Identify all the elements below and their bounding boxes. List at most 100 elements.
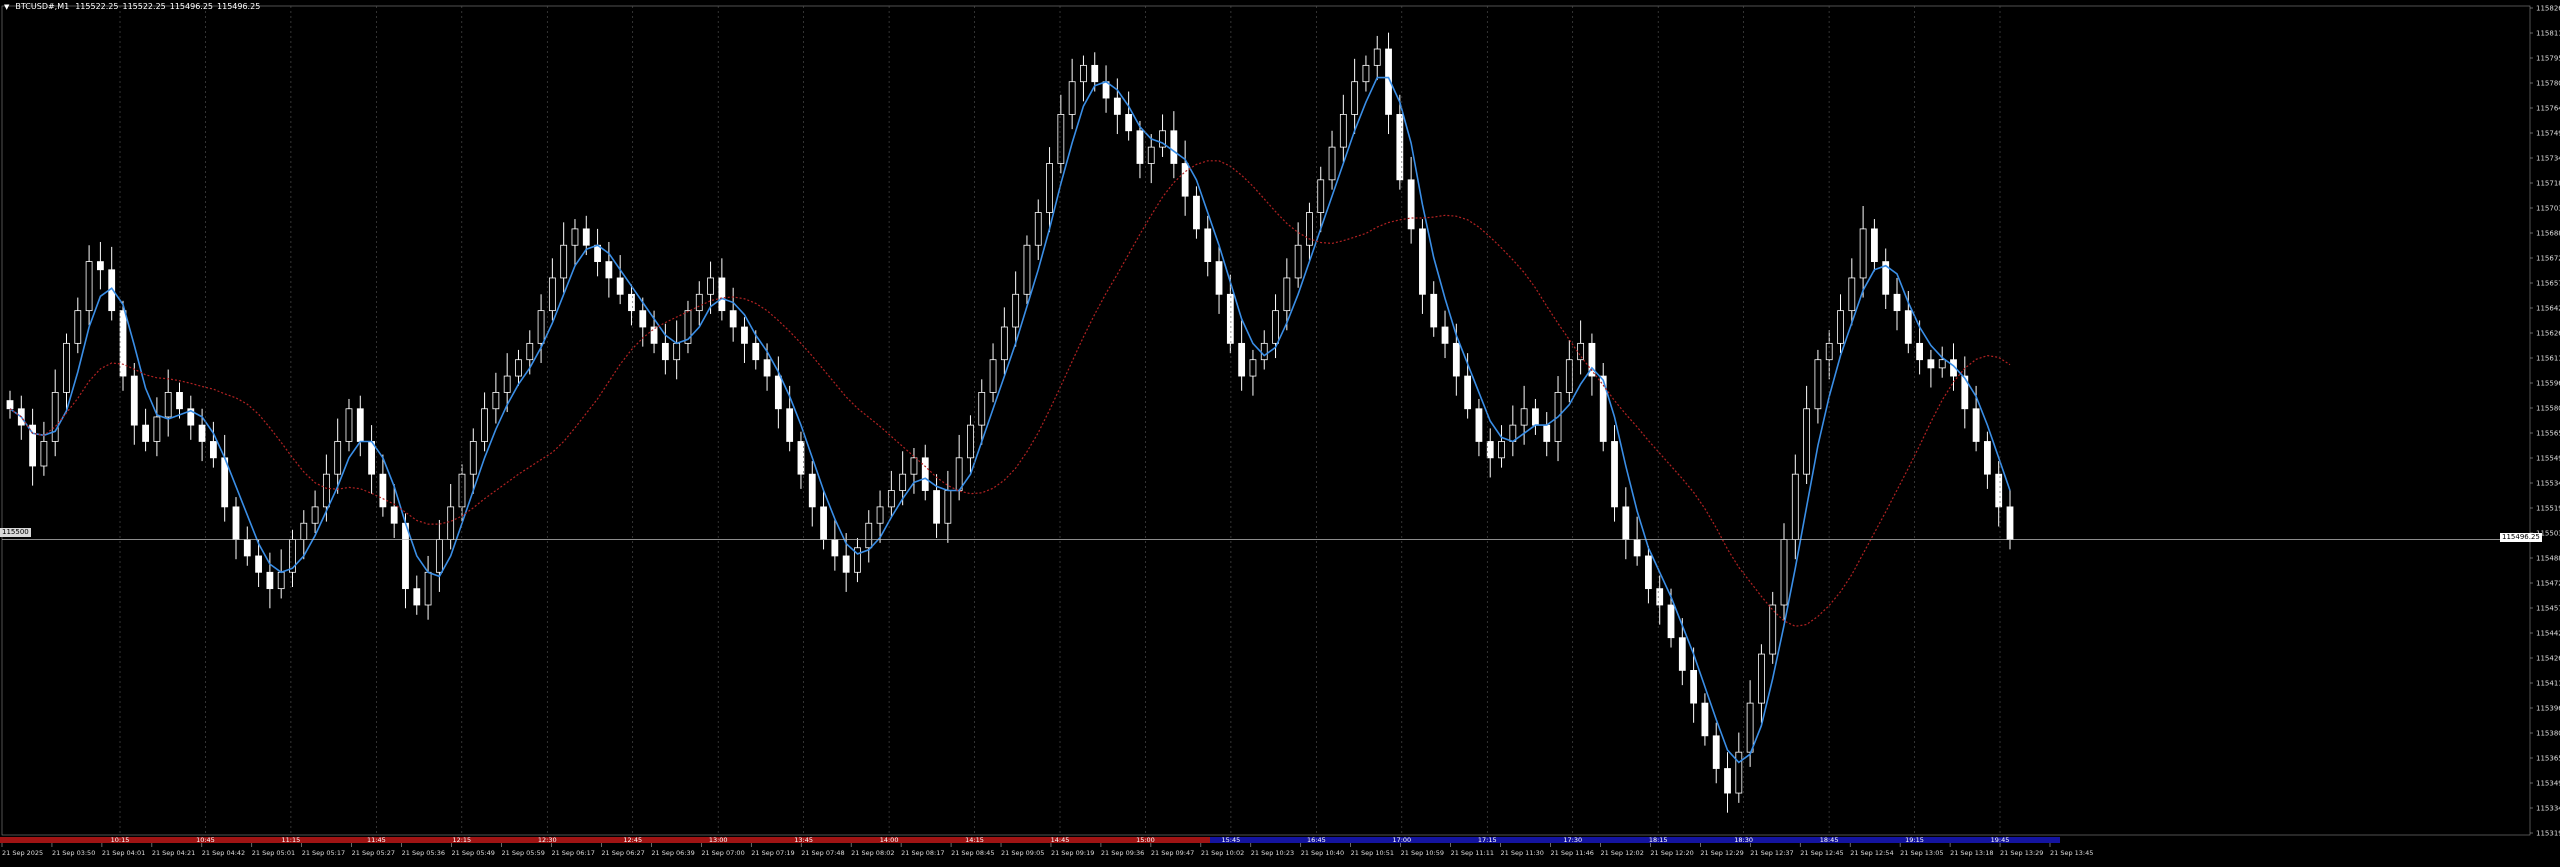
- candle-body: [1012, 293, 1020, 328]
- candle-body: [1803, 408, 1811, 475]
- candle-body: [1000, 326, 1008, 361]
- session-label: 17:00: [1392, 836, 1411, 844]
- candle-body: [356, 408, 364, 442]
- candle-body: [526, 342, 534, 361]
- candlestick-chart[interactable]: 115826.30 115811.20 115795.90 115780.60 1157…: [0, 0, 2560, 863]
- time-tick-label: 21 Sep 04:21: [152, 849, 195, 857]
- time-tick-label: 21 Sep 08:02: [851, 849, 894, 857]
- candle-body: [1791, 473, 1799, 540]
- candle-body: [119, 310, 127, 377]
- price-tick-label: 115365.25: [2536, 755, 2560, 763]
- candle-body: [1972, 408, 1980, 442]
- price-tick-label: 115718.90: [2536, 180, 2560, 188]
- candle-body: [40, 441, 48, 467]
- price-tick-label: 115672.60: [2536, 255, 2560, 263]
- candle-body: [1543, 424, 1551, 442]
- candle-body: [1690, 670, 1698, 704]
- session-bar-red: [0, 837, 1210, 843]
- time-tick-label: 21 Sep 09:47: [1151, 849, 1194, 857]
- time-tick-label: 21 Sep 05:49: [452, 849, 495, 857]
- candle-body: [1249, 359, 1257, 377]
- candle-body: [1294, 244, 1302, 279]
- candle-body: [469, 441, 477, 475]
- candle-body: [176, 392, 183, 410]
- time-tick-label: 21 Sep 10:23: [1251, 849, 1294, 857]
- candle-body: [967, 424, 974, 459]
- candle-body: [1419, 228, 1426, 295]
- price-tick-label: 115795.90: [2536, 55, 2560, 63]
- candle-body: [266, 571, 274, 590]
- candle-body: [447, 506, 455, 540]
- candle-body: [1667, 604, 1675, 639]
- slow-ma-line: [9, 160, 2011, 627]
- candle-body: [831, 539, 839, 557]
- candle-body: [1475, 408, 1483, 442]
- price-axis: 115826.30 115811.20 115795.90 115780.60 1157…: [2530, 5, 2560, 838]
- candle-body: [695, 293, 703, 312]
- time-tick-label: 21 Sep 07:19: [751, 849, 794, 857]
- session-label: 10:45: [196, 836, 215, 844]
- candle-body: [63, 342, 70, 393]
- candle-body: [1724, 768, 1731, 794]
- time-tick-label: 21 Sep 13:29: [2000, 849, 2043, 857]
- collapse-icon[interactable]: ▼: [4, 3, 9, 11]
- time-tick-label: 21 Sep 09:05: [1001, 849, 1044, 857]
- session-label: 18:30: [1734, 836, 1753, 844]
- candle-body: [1780, 539, 1788, 606]
- close-price: 115496.25: [217, 2, 261, 11]
- candle-body: [130, 375, 138, 426]
- time-tick-label: 21 Sep 13:05: [1900, 849, 1943, 857]
- chart-area[interactable]: 115826.30 115811.20 115795.90 115780.60 1157…: [0, 0, 2560, 863]
- candle-body: [774, 375, 782, 410]
- candle-body: [142, 424, 149, 442]
- candle-body: [1893, 293, 1901, 312]
- time-tick-label: 21 Sep 09:36: [1101, 849, 1144, 857]
- price-tick-label: 115549.75: [2536, 455, 2560, 463]
- candle-body: [153, 416, 161, 442]
- candle-body: [1452, 342, 1460, 377]
- symbol-label: BTCUSD#,M1: [15, 2, 70, 11]
- candle-body: [921, 457, 929, 491]
- time-tick-label: 21 Sep 05:59: [502, 849, 545, 857]
- session-label: 17:15: [1478, 836, 1497, 844]
- candle-body: [368, 441, 375, 475]
- candle-body: [255, 555, 262, 573]
- candle-body: [910, 457, 918, 475]
- candle-body: [548, 277, 556, 312]
- candle-body: [1362, 64, 1370, 83]
- session-label: 14:45: [1051, 836, 1070, 844]
- candle-body: [673, 342, 681, 361]
- price-tick-label: 115349.95: [2536, 780, 2560, 788]
- candle-body: [85, 261, 93, 312]
- candle-body: [74, 310, 82, 344]
- candle-body: [808, 473, 816, 508]
- candle-body: [51, 392, 59, 442]
- candle-body: [1407, 179, 1415, 230]
- candle-body: [1147, 146, 1155, 164]
- candle-body: [1938, 359, 1946, 369]
- session-label: 11:15: [282, 836, 301, 844]
- candle-body: [300, 522, 308, 540]
- plot-border: [1, 5, 2531, 836]
- current-price-left-label: 115500: [0, 528, 31, 537]
- session-label: 12:30: [538, 836, 557, 844]
- price-tick-label: 115734.25: [2536, 155, 2560, 163]
- candle-body: [1238, 342, 1246, 377]
- candle-body: [1927, 359, 1935, 369]
- candle-body: [1430, 293, 1438, 328]
- price-tick-label: 115688.35: [2536, 230, 2560, 238]
- time-tick-label: 21 Sep 13:18: [1950, 849, 1993, 857]
- candle-body: [1486, 441, 1494, 459]
- session-label: 15:00: [1136, 836, 1155, 844]
- open-price: 115522.25: [75, 2, 119, 11]
- time-tick-label: 21 Sep 12:37: [1750, 849, 1793, 857]
- time-tick-label: 21 Sep 13:45: [2050, 849, 2093, 857]
- candle-body: [1532, 408, 1539, 426]
- candle-body: [944, 490, 952, 524]
- candle-body: [752, 342, 760, 361]
- candle-body: [1678, 637, 1686, 671]
- candle-body: [1498, 441, 1505, 459]
- time-tick-label: 21 Sep 12:45: [1800, 849, 1843, 857]
- candle-body: [1984, 441, 1991, 475]
- candle-body: [741, 326, 748, 344]
